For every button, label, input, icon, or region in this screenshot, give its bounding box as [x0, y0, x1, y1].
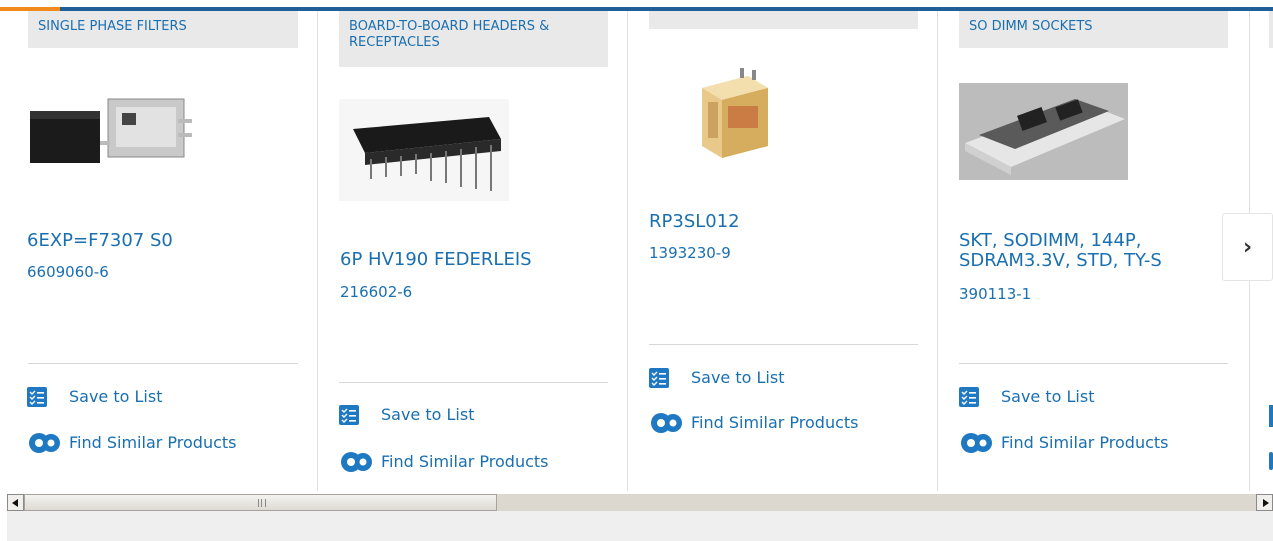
footer-strip	[7, 511, 1273, 541]
gears-icon	[961, 433, 992, 453]
find-similar-button[interactable]: Find Similar Products	[959, 431, 1169, 455]
checklist-icon	[649, 368, 669, 388]
product-image[interactable]	[694, 66, 774, 161]
find-similar-button[interactable]: Find Similar Products	[649, 411, 859, 435]
part-number[interactable]: 390113-1	[959, 285, 1031, 303]
checklist-icon[interactable]	[1269, 405, 1273, 427]
gears-icon	[341, 452, 372, 472]
product-name[interactable]: 6P HV190 FEDERLEIS	[340, 250, 610, 270]
product-card: SINGLE PHASE FILTERS 6EXP=F7307 S0 66090…	[0, 11, 318, 491]
divider	[28, 363, 298, 364]
product-name[interactable]: RP3SL012	[649, 212, 919, 232]
category-label[interactable]	[649, 11, 918, 29]
arrow-left-icon	[12, 499, 18, 507]
save-to-list-button[interactable]: Save to List	[339, 405, 474, 425]
checklist-icon	[959, 387, 979, 407]
product-card: RP3SL012 1393230-9 Save to List Find Sim…	[628, 11, 938, 491]
save-to-list-label: Save to List	[1001, 387, 1095, 406]
product-image[interactable]	[959, 83, 1128, 180]
product-card: BOARD-TO-BOARD HEADERS & RECEPTACLES 6P …	[318, 11, 628, 491]
find-similar-button[interactable]: Find Similar Products	[339, 450, 549, 474]
scrollbar-thumb[interactable]	[24, 494, 497, 511]
category-label[interactable]	[1269, 11, 1273, 48]
product-card: SO DIMM SOCKETS SKT, SODIMM, 144P, SDRAM…	[938, 11, 1250, 491]
part-number[interactable]: 6609060-6	[27, 263, 109, 281]
find-similar-label: Find Similar Products	[381, 452, 549, 471]
gears-icon[interactable]	[1269, 452, 1273, 470]
save-to-list-label: Save to List	[381, 405, 475, 424]
part-number[interactable]: 216602-6	[340, 283, 412, 301]
category-label[interactable]: SINGLE PHASE FILTERS	[28, 11, 298, 48]
carousel-next-button[interactable]: ›	[1222, 213, 1273, 281]
save-to-list-button[interactable]: Save to List	[959, 387, 1094, 407]
chevron-right-icon: ›	[1242, 234, 1253, 260]
product-image[interactable]	[339, 99, 509, 201]
product-name[interactable]: SKT, SODIMM, 144P, SDRAM3.3V, STD, TY-S	[959, 231, 1204, 271]
product-image[interactable]	[28, 89, 198, 169]
save-to-list-button[interactable]: Save to List	[27, 387, 162, 407]
find-similar-button[interactable]: Find Similar Products	[27, 431, 237, 455]
gears-icon	[29, 433, 60, 453]
save-to-list-button[interactable]: Save to List	[649, 368, 784, 388]
product-carousel: SINGLE PHASE FILTERS 6EXP=F7307 S0 66090…	[0, 11, 1273, 491]
gears-icon	[651, 413, 682, 433]
checklist-icon	[339, 405, 359, 425]
save-to-list-label: Save to List	[691, 368, 785, 387]
save-to-list-label: Save to List	[69, 387, 163, 406]
arrow-right-icon	[1263, 499, 1269, 507]
product-name[interactable]: 6EXP=F7307 S0	[27, 231, 307, 251]
category-label[interactable]: BOARD-TO-BOARD HEADERS & RECEPTACLES	[339, 11, 608, 67]
scroll-right-button[interactable]	[1256, 494, 1273, 511]
find-similar-label: Find Similar Products	[1001, 433, 1169, 452]
horizontal-scrollbar[interactable]	[7, 494, 1273, 511]
divider	[649, 344, 918, 345]
find-similar-label: Find Similar Products	[691, 413, 859, 432]
scroll-left-button[interactable]	[7, 494, 24, 511]
grip-icon	[258, 499, 266, 507]
divider	[339, 382, 608, 383]
checklist-icon	[27, 387, 47, 407]
category-label[interactable]: SO DIMM SOCKETS	[959, 11, 1228, 48]
part-number[interactable]: 1393230-9	[649, 244, 731, 262]
find-similar-label: Find Similar Products	[69, 433, 237, 452]
divider	[959, 363, 1228, 364]
